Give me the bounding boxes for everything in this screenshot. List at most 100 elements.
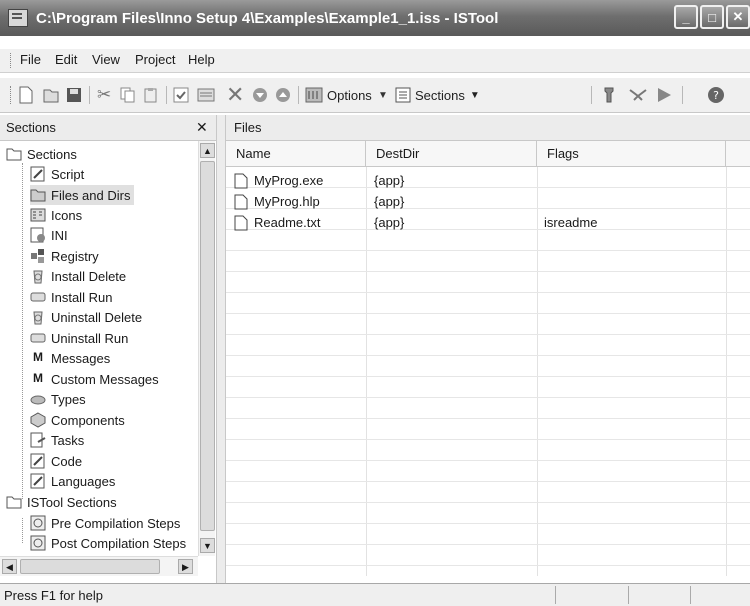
messages-icon: M [33, 350, 43, 364]
types-icon [30, 395, 46, 405]
tree-node-components[interactable]: Components [30, 410, 125, 430]
tree-vertical-scrollbar[interactable]: ▲ ▼ [198, 141, 215, 556]
tree-horizontal-scrollbar[interactable]: ◀ ▶ [0, 556, 198, 576]
menu-edit[interactable]: Edit [55, 52, 77, 67]
paste-icon[interactable] [143, 85, 159, 105]
column-header-name[interactable]: Name [226, 141, 366, 167]
languages-icon [30, 473, 45, 489]
sections-icon [395, 87, 411, 103]
tree-node-post-compilation-steps[interactable]: Post Compilation Steps [30, 533, 186, 553]
file-icon [234, 194, 248, 209]
tree-node-sections[interactable]: Sections [6, 144, 77, 164]
properties-icon[interactable] [197, 85, 215, 105]
cut-icon[interactable]: ✂ [97, 85, 111, 105]
tree-node-custom-messages[interactable]: M Custom Messages [30, 369, 159, 389]
tree-node-pre-compilation-steps[interactable]: Pre Compilation Steps [30, 513, 180, 533]
run-icon[interactable] [656, 85, 672, 105]
tasks-icon [30, 432, 46, 448]
install-delete-icon [33, 270, 43, 284]
save-icon[interactable] [66, 85, 82, 105]
tree-node-install-run[interactable]: Install Run [30, 287, 112, 307]
install-run-icon [30, 292, 46, 302]
ini-icon [30, 227, 45, 243]
options-dropdown-arrow-icon[interactable]: ▼ [378, 85, 388, 105]
file-name-cell: MyProg.hlp [234, 191, 320, 212]
tree-node-uninstall-delete[interactable]: Uninstall Delete [30, 307, 142, 327]
scroll-right-icon[interactable]: ▶ [178, 559, 193, 574]
files-panel-header: Files [226, 115, 750, 141]
files-panel-title: Files [234, 120, 262, 135]
build-icon[interactable] [628, 85, 648, 105]
uninstall-delete-icon [33, 311, 43, 325]
minimize-button[interactable]: _ [674, 5, 698, 29]
tree-node-uninstall-run[interactable]: Uninstall Run [30, 328, 128, 348]
tree-node-script[interactable]: Script [30, 164, 84, 184]
scroll-left-icon[interactable]: ◀ [2, 559, 17, 574]
destdir-cell: {app} [374, 215, 405, 230]
scroll-down-icon[interactable]: ▼ [200, 538, 215, 553]
tree-node-code[interactable]: Code [30, 451, 82, 471]
tree-node-tasks[interactable]: Tasks [30, 430, 84, 450]
tree-node-types[interactable]: Types [30, 389, 86, 409]
files-grid: Name DestDir Flags MyProg.exe {app} MyPr… [226, 141, 750, 576]
svg-text:?: ? [713, 89, 719, 102]
menu-view[interactable]: View [92, 52, 120, 67]
status-text: Press F1 for help [4, 587, 103, 603]
maximize-button[interactable]: □ [700, 5, 724, 29]
options-icon [305, 87, 323, 103]
sections-panel-header: Sections ✕ [0, 115, 216, 141]
close-panel-icon[interactable]: ✕ [196, 119, 208, 136]
folder-icon [6, 148, 22, 161]
sections-button[interactable]: Sections ▼ [395, 85, 480, 105]
code-icon [30, 453, 45, 469]
menu-project[interactable]: Project [135, 52, 175, 67]
tree-node-languages[interactable]: Languages [30, 471, 115, 491]
menu-bar: File Edit View Project Help [0, 49, 750, 73]
status-bar: Press F1 for help [0, 583, 750, 606]
script-icon [30, 166, 45, 182]
file-name-cell: MyProg.exe [234, 170, 323, 191]
copy-icon[interactable] [120, 85, 136, 105]
scroll-up-icon[interactable]: ▲ [200, 143, 215, 158]
move-down-icon[interactable] [252, 85, 268, 105]
open-file-icon[interactable] [42, 85, 60, 105]
sections-panel-title: Sections [6, 120, 56, 135]
column-header-destdir[interactable]: DestDir [366, 141, 537, 167]
close-button[interactable]: ✕ [726, 5, 750, 29]
tree-scroll-thumb[interactable] [200, 161, 215, 531]
tree-node-icons[interactable]: Icons [30, 205, 82, 225]
destdir-cell: {app} [374, 194, 405, 209]
app-icon [8, 9, 28, 27]
file-icon [234, 173, 248, 188]
options-label: Options [327, 87, 372, 103]
tree-node-ini[interactable]: INI [30, 225, 68, 245]
column-header-flags[interactable]: Flags [537, 141, 726, 167]
components-icon [30, 412, 46, 428]
registry-icon [31, 249, 44, 263]
splitter[interactable] [216, 115, 226, 583]
delete-icon[interactable]: ✕ [226, 82, 244, 107]
tree-hscroll-thumb[interactable] [20, 559, 160, 574]
file-name-cell: Readme.txt [234, 212, 320, 233]
help-icon[interactable]: ? [707, 85, 725, 105]
tree-node-istool-sections[interactable]: ISTool Sections [6, 492, 117, 512]
new-file-icon[interactable] [18, 85, 34, 105]
check-icon[interactable] [173, 85, 189, 105]
flags-cell: isreadme [544, 215, 598, 230]
tree-node-files-and-dirs[interactable]: Files and Dirs [30, 185, 135, 205]
sections-tree: Sections Script Files and Dirs Icons INI… [0, 141, 215, 576]
options-button[interactable]: Options [305, 85, 372, 105]
menu-help[interactable]: Help [188, 52, 215, 67]
menu-file[interactable]: File [20, 52, 41, 67]
sections-label: Sections [415, 87, 465, 103]
tree-node-messages[interactable]: M Messages [30, 348, 110, 368]
move-up-icon[interactable] [275, 85, 291, 105]
compile-icon[interactable] [601, 85, 617, 105]
tree-node-install-delete[interactable]: Install Delete [30, 266, 126, 286]
toolbar-grip [10, 86, 13, 104]
tree-node-registry[interactable]: Registry [30, 246, 99, 266]
menu-grip [10, 53, 13, 68]
pre-compile-icon [30, 515, 46, 531]
toolbar: ✂ ✕ Options ▼ Sections ▼ ? [0, 78, 750, 113]
column-header-filler [726, 141, 750, 167]
